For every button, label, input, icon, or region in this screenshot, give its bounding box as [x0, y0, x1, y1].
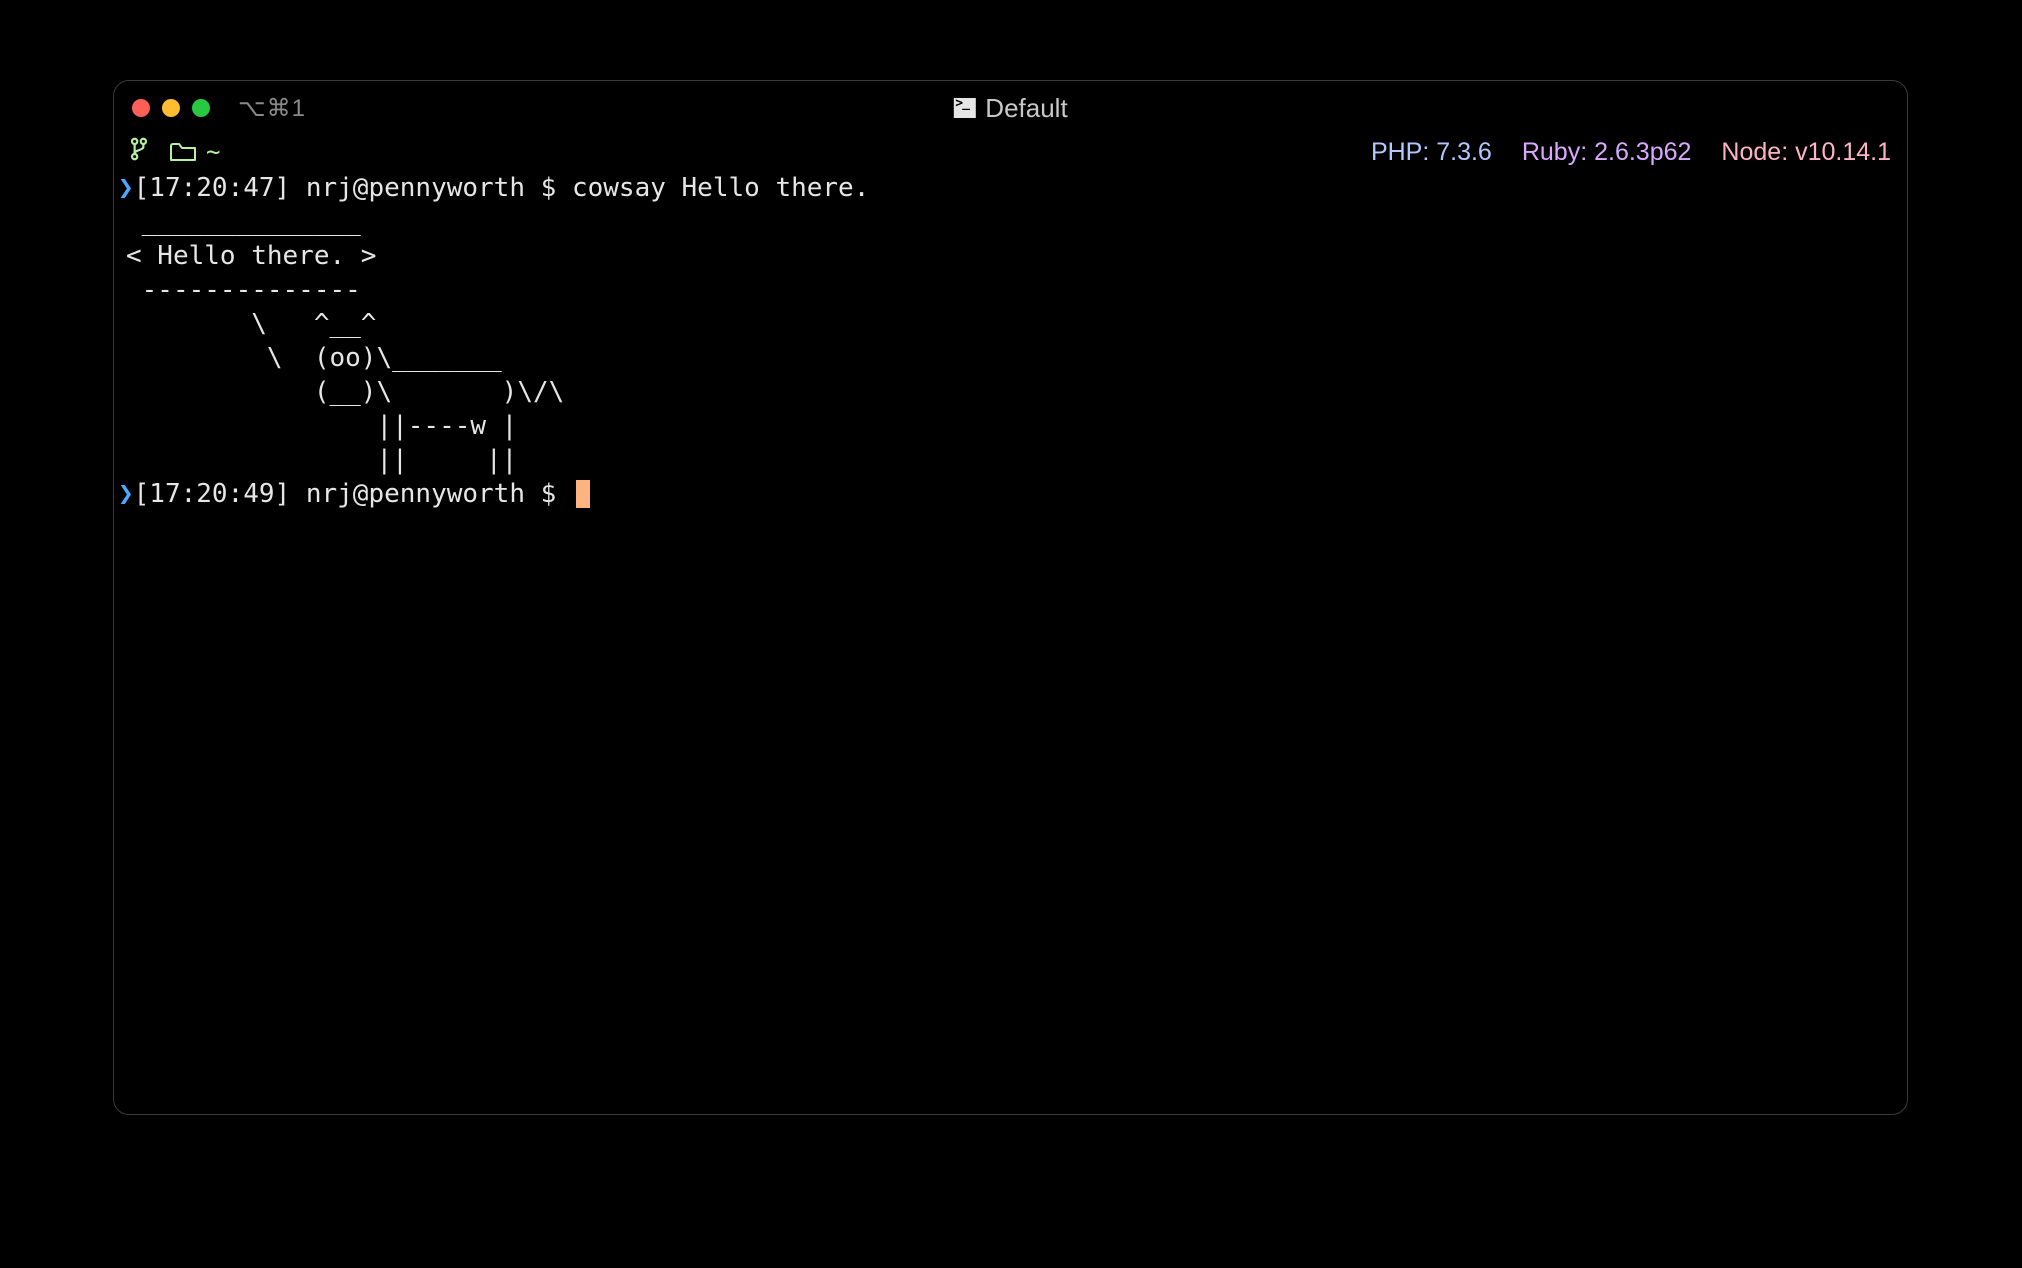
- prompt-chevron-icon: ❯: [114, 477, 134, 511]
- command-output: ______________ < Hello there. > --------…: [114, 205, 1907, 477]
- traffic-lights: [132, 99, 210, 117]
- title-center: Default: [953, 93, 1067, 124]
- terminal-icon: [953, 98, 975, 118]
- close-button[interactable]: [132, 99, 150, 117]
- terminal-window: ⌥⌘1 Default: [113, 80, 1908, 1115]
- status-left: ~: [130, 137, 220, 167]
- status-right: PHP: 7.3.6 Ruby: 2.6.3p62 Node: v10.14.1: [1371, 138, 1891, 167]
- maximize-button[interactable]: [192, 99, 210, 117]
- ruby-version-label: Ruby: 2.6.3p62: [1522, 138, 1692, 167]
- folder-icon: [170, 142, 196, 162]
- prompt-line-1: ❯[17:20:47] nrj@pennyworth $ cowsay Hell…: [114, 171, 1907, 205]
- tab-shortcut-label: ⌥⌘1: [238, 94, 306, 123]
- prompt-prefix-2: [17:20:49] nrj@pennyworth $: [134, 477, 572, 511]
- command-text-1: cowsay Hello there.: [572, 171, 869, 205]
- node-version-label: Node: v10.14.1: [1721, 138, 1891, 167]
- prompt-line-2: ❯[17:20:49] nrj@pennyworth $: [114, 477, 1907, 511]
- php-version-label: PHP: 7.3.6: [1371, 138, 1492, 167]
- cursor: [576, 480, 590, 508]
- title-bar: ⌥⌘1 Default: [114, 81, 1907, 135]
- minimize-button[interactable]: [162, 99, 180, 117]
- desktop-background: ⌥⌘1 Default: [0, 0, 2022, 1268]
- cwd-indicator: ~: [170, 138, 220, 166]
- git-branch-icon: [130, 137, 148, 167]
- cwd-path-label: ~: [206, 138, 220, 166]
- status-row: ~ PHP: 7.3.6 Ruby: 2.6.3p62 Node: v10.14…: [114, 135, 1907, 167]
- window-title: Default: [985, 93, 1067, 124]
- prompt-prefix-1: [17:20:47] nrj@pennyworth $: [134, 171, 572, 205]
- terminal-body[interactable]: ❯[17:20:47] nrj@pennyworth $ cowsay Hell…: [114, 167, 1907, 511]
- prompt-chevron-icon: ❯: [114, 171, 134, 205]
